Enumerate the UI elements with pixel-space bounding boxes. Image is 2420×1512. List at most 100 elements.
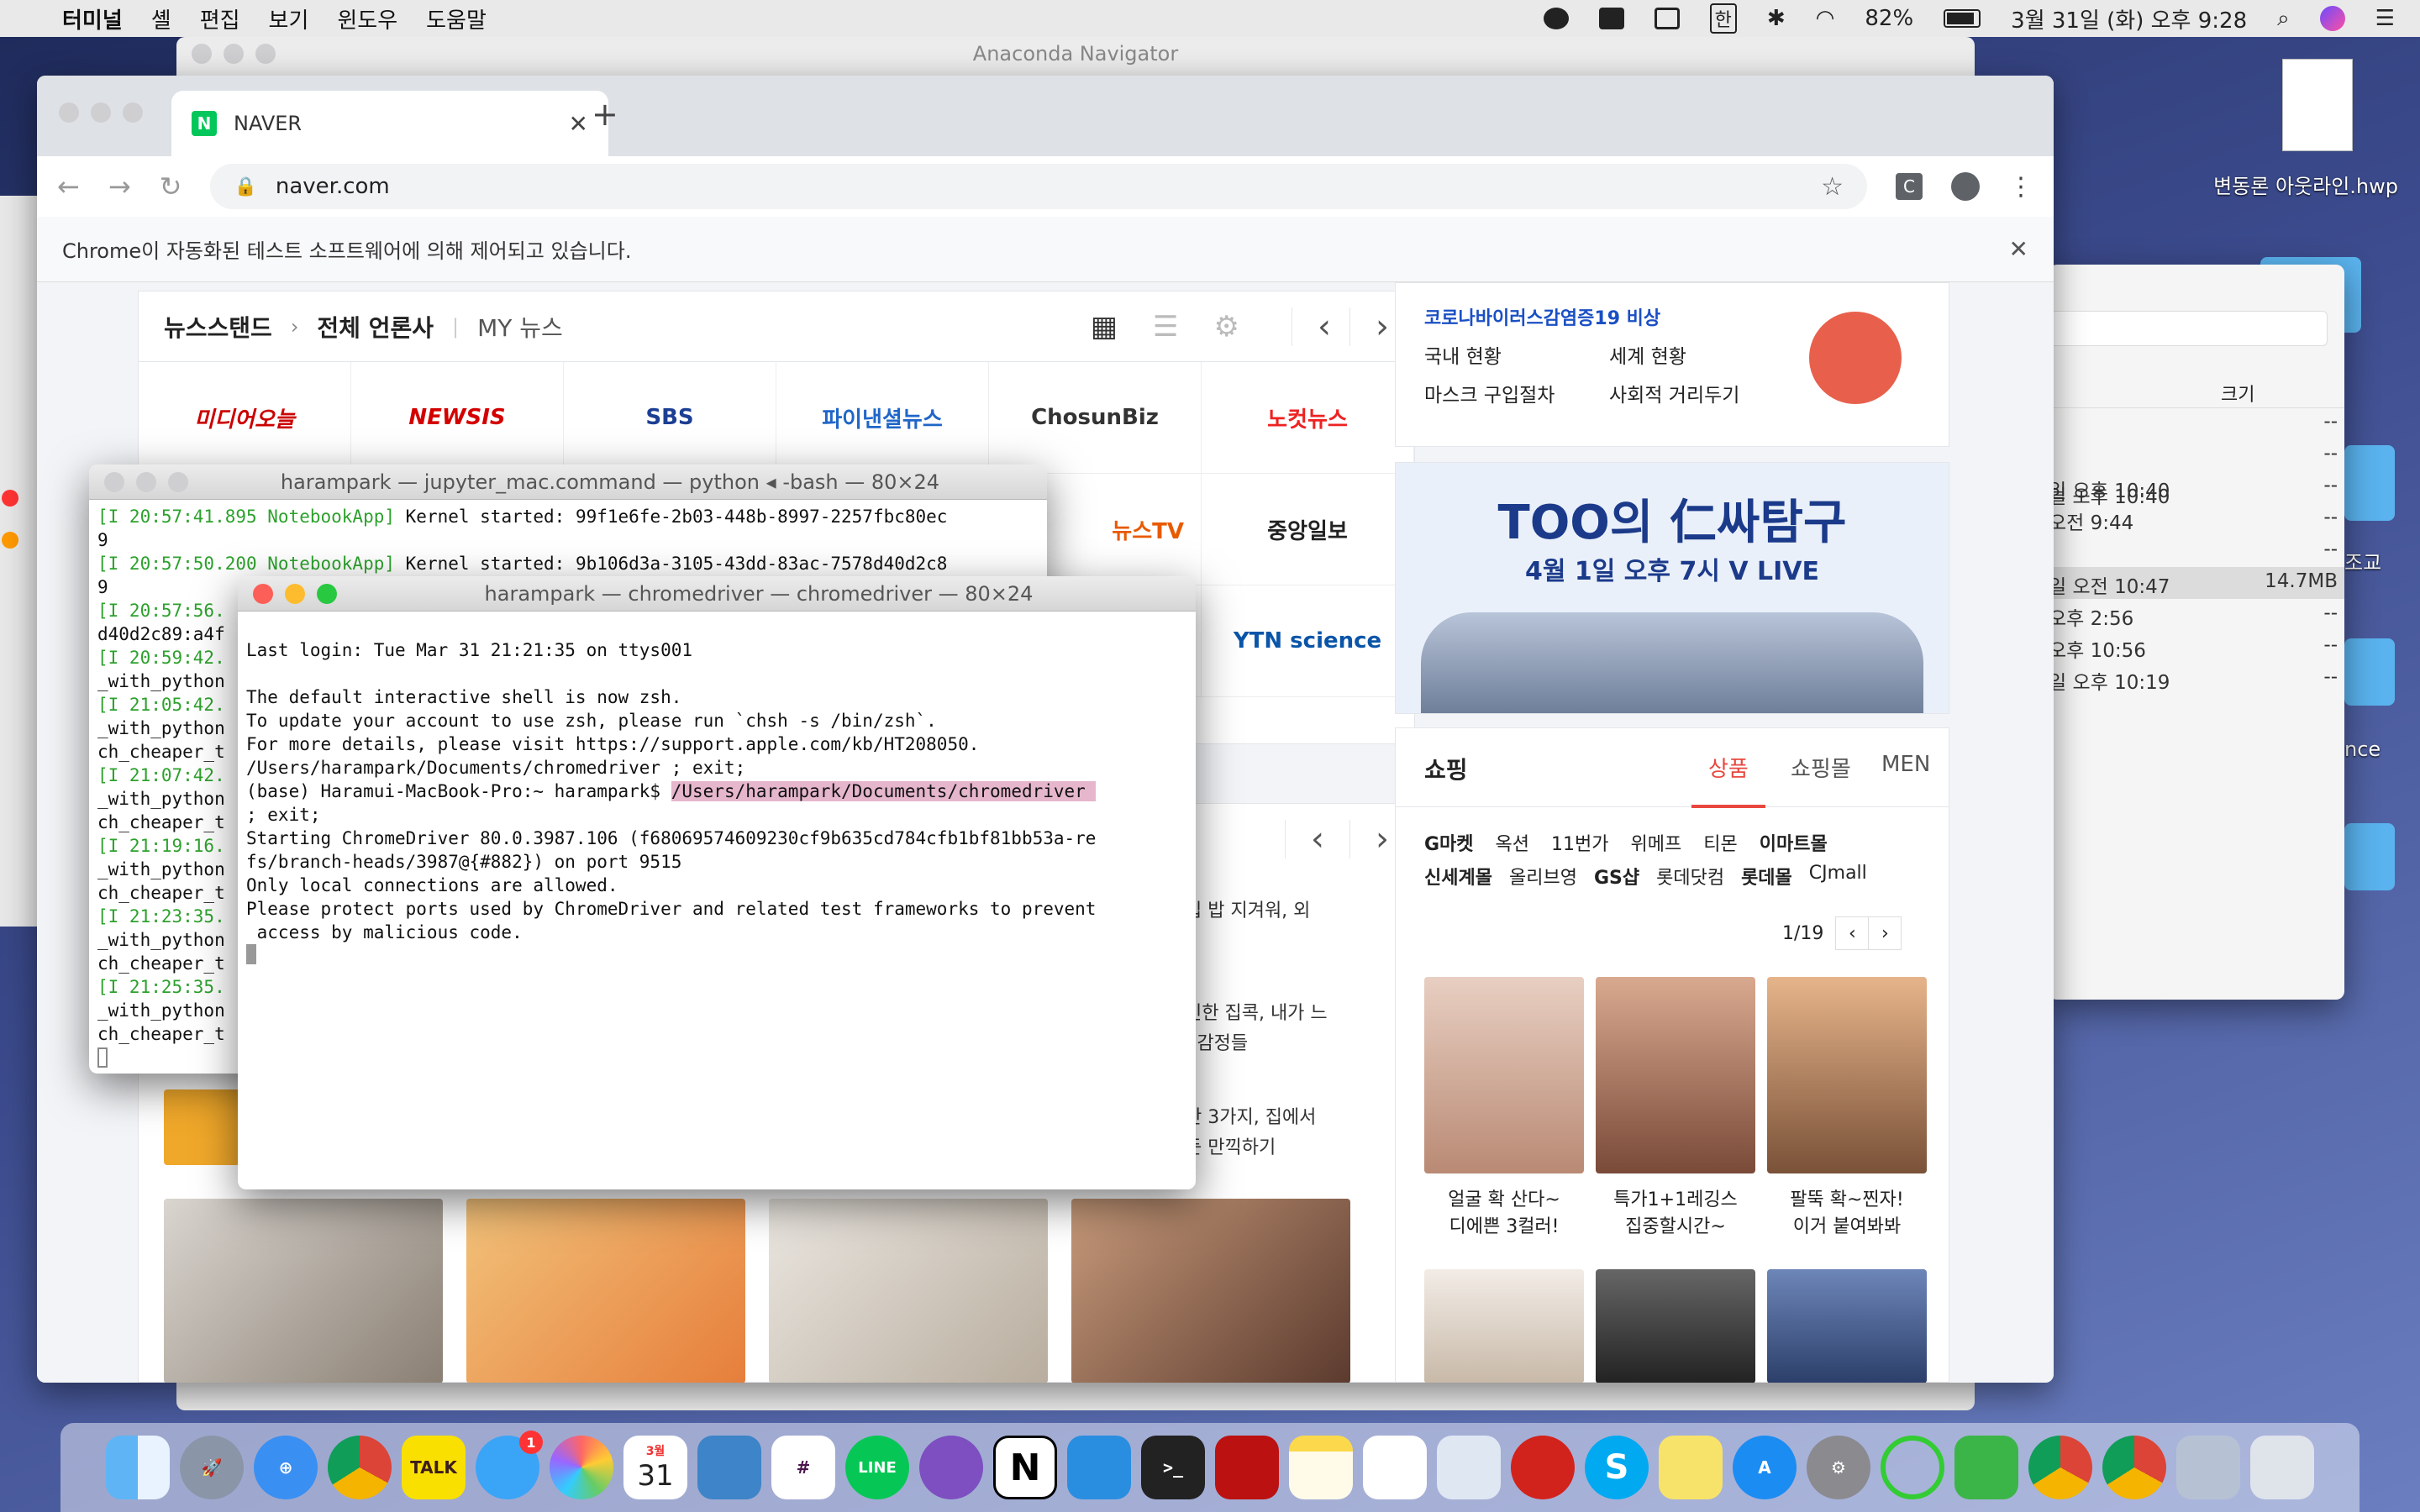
store-link[interactable]: G마켓 xyxy=(1424,829,1474,856)
clock[interactable]: 3월 31일 (화) 오후 9:28 xyxy=(2011,3,2247,34)
press-logo[interactable]: 중앙일보 xyxy=(1202,474,1414,585)
selected-path[interactable]: /Users/harampark/Documents/chromedriver xyxy=(671,781,1097,801)
grid-view-icon[interactable]: ▦ xyxy=(1091,310,1118,344)
tag-orange-icon[interactable] xyxy=(2,532,18,549)
store-link[interactable]: 롯데몰 xyxy=(1741,863,1792,890)
finder-row[interactable]: 오후 2:56 -- xyxy=(2049,599,2344,631)
extension-icon[interactable]: C xyxy=(1896,173,1923,200)
photos-dock-icon[interactable] xyxy=(550,1436,613,1499)
store-link[interactable]: CJmall xyxy=(1809,863,1867,890)
lock-icon[interactable]: 🔒 xyxy=(234,176,256,197)
press-logo[interactable]: 미디어오늘 xyxy=(139,362,351,474)
finder-row[interactable]: -- xyxy=(2049,535,2344,567)
chrome-dock-icon[interactable] xyxy=(328,1436,392,1499)
store-link[interactable]: 11번가 xyxy=(1551,829,1608,856)
reload-icon[interactable]: ↻ xyxy=(160,171,182,202)
product-image[interactable] xyxy=(1424,1269,1584,1383)
finder-size-column-header[interactable]: 크기 xyxy=(2221,380,2254,407)
menu-view[interactable]: 보기 xyxy=(269,3,309,34)
tab-naver[interactable]: N NAVER ✕ xyxy=(171,91,608,156)
bookmark-star-icon[interactable]: ☆ xyxy=(1821,172,1844,202)
siri-icon[interactable] xyxy=(2319,6,2345,31)
airplay-icon[interactable] xyxy=(1654,8,1680,29)
finder-row[interactable]: 오전 9:44 -- xyxy=(2049,503,2344,535)
safari-dock-icon[interactable]: ⊕ xyxy=(254,1436,318,1499)
list-view-icon[interactable]: ☰ xyxy=(1153,310,1178,344)
desktop-file-label[interactable]: 변동론 아웃라인.hwp xyxy=(2213,170,2398,199)
finder-row[interactable]: -- xyxy=(2049,407,2344,439)
product-image[interactable] xyxy=(1767,977,1927,1173)
finder-row[interactable]: 오후 10:56 -- xyxy=(2049,631,2344,663)
zoom-button[interactable] xyxy=(317,583,337,604)
product-image[interactable] xyxy=(1767,1269,1927,1383)
store-link[interactable]: 롯데닷컴 xyxy=(1656,863,1724,890)
covid-link[interactable]: 국내 현황 xyxy=(1424,340,1609,369)
kakaotalk-dock-icon[interactable]: TALK xyxy=(402,1436,466,1499)
launchpad-dock-icon[interactable]: 🚀 xyxy=(180,1436,244,1499)
bluetooth-icon[interactable]: ✱ xyxy=(1767,6,1786,31)
news-headline[interactable]: 인한 집콕, 내가 느 xyxy=(1185,999,1395,1029)
folder-icon[interactable] xyxy=(2344,445,2395,521)
finder-row[interactable]: -- xyxy=(2049,439,2344,471)
app-store-dock-icon[interactable]: A xyxy=(1733,1436,1797,1499)
tab-all-press[interactable]: 전체 언론사 xyxy=(317,310,434,344)
system-preferences-dock-icon[interactable]: ⚙ xyxy=(1807,1436,1870,1499)
menu-shell[interactable]: 셸 xyxy=(151,3,171,34)
notification-center-icon[interactable]: ☰ xyxy=(2375,6,2395,31)
covid-link[interactable]: 사회적 거리두기 xyxy=(1609,379,1794,407)
numbers-dock-icon[interactable] xyxy=(1363,1436,1427,1499)
calendar-dock-icon[interactable]: 3월 31 xyxy=(623,1436,687,1499)
store-link[interactable]: 올리브영 xyxy=(1509,863,1577,890)
traffic-lights[interactable] xyxy=(253,583,337,604)
github-desktop-dock-icon[interactable] xyxy=(919,1436,983,1499)
news-headline[interactable]: 든 만끽하기 xyxy=(1185,1133,1395,1163)
vlive-banner[interactable]: TOO의 仁싸탐구 4월 1일 오후 7시 V LIVE xyxy=(1395,462,1949,714)
window-manager-icon[interactable] xyxy=(1598,8,1624,29)
profile-icon[interactable] xyxy=(1951,172,1980,201)
spotlight-icon[interactable]: ⌕ xyxy=(2277,6,2290,32)
store-link[interactable]: 신세계몰 xyxy=(1424,863,1492,890)
terminal-output[interactable]: Last login: Tue Mar 31 21:21:35 on ttys0… xyxy=(238,612,1196,1015)
battery-icon[interactable] xyxy=(1944,9,1981,28)
slack-dock-icon[interactable]: # xyxy=(771,1436,835,1499)
store-link[interactable]: 옥션 xyxy=(1496,829,1529,856)
news-headline[interactable]: | 감정들 xyxy=(1185,1029,1395,1059)
terminal-dock-icon[interactable]: >_ xyxy=(1141,1436,1205,1499)
battery-percent[interactable]: 82% xyxy=(1865,6,1913,31)
settings-gear-icon[interactable]: ⚙ xyxy=(1214,310,1239,344)
store-link[interactable]: 티몬 xyxy=(1703,829,1737,856)
tab-products[interactable]: 상품 xyxy=(1691,752,1765,808)
news-headline[interactable]: 집 밥 지겨워, 외 xyxy=(1185,896,1395,927)
terminal-cursor[interactable] xyxy=(97,1047,108,1068)
traffic-lights[interactable] xyxy=(59,102,143,123)
next-arrow-icon[interactable]: › xyxy=(1868,916,1902,950)
news-thumbnail[interactable] xyxy=(466,1199,745,1383)
next-arrow-icon[interactable]: › xyxy=(1349,307,1389,346)
menu-help[interactable]: 도움말 xyxy=(426,3,487,34)
press-logo[interactable]: YTN science xyxy=(1202,585,1414,697)
covid-link[interactable]: 세계 현황 xyxy=(1609,340,1794,369)
prev-arrow-icon[interactable]: ‹ xyxy=(1292,307,1331,346)
covid-title[interactable]: 코로나바이러스감염증19 비상 xyxy=(1424,303,1660,330)
menu-window[interactable]: 윈도우 xyxy=(337,3,397,34)
press-logo[interactable]: 파이낸셜뉴스 xyxy=(776,362,989,474)
product-caption[interactable]: 특가1+1레깅스 집중할시간~ xyxy=(1596,1187,1755,1241)
wifi-icon[interactable]: ◠ xyxy=(1816,6,1835,31)
desktop-folder-label[interactable]: 조교 xyxy=(2344,546,2381,575)
news-thumbnail[interactable] xyxy=(769,1199,1048,1383)
back-icon[interactable]: ← xyxy=(57,171,80,202)
tag-red-icon[interactable] xyxy=(2,490,18,507)
messages-dock-icon[interactable]: 1 xyxy=(476,1431,543,1499)
tab-malls[interactable]: 쇼핑몰 xyxy=(1774,752,1868,783)
finder-row[interactable]: 일 오후 10:19 -- xyxy=(2049,663,2344,695)
photo-booth-dock-icon[interactable] xyxy=(1215,1436,1279,1499)
tab-close-icon[interactable]: ✕ xyxy=(569,110,588,138)
prev-arrow-icon[interactable]: ‹ xyxy=(1285,820,1324,858)
folder-icon[interactable] xyxy=(2344,638,2395,706)
news-thumbnail[interactable] xyxy=(164,1199,443,1383)
forward-icon[interactable]: → xyxy=(108,171,131,202)
desktop-folder-label[interactable]: nce xyxy=(2344,738,2381,761)
tab-my-news[interactable]: MY 뉴스 xyxy=(477,310,563,344)
press-logo[interactable]: 노컷뉴스 xyxy=(1202,362,1414,474)
newsstand-title[interactable]: 뉴스스탠드 xyxy=(164,310,272,344)
